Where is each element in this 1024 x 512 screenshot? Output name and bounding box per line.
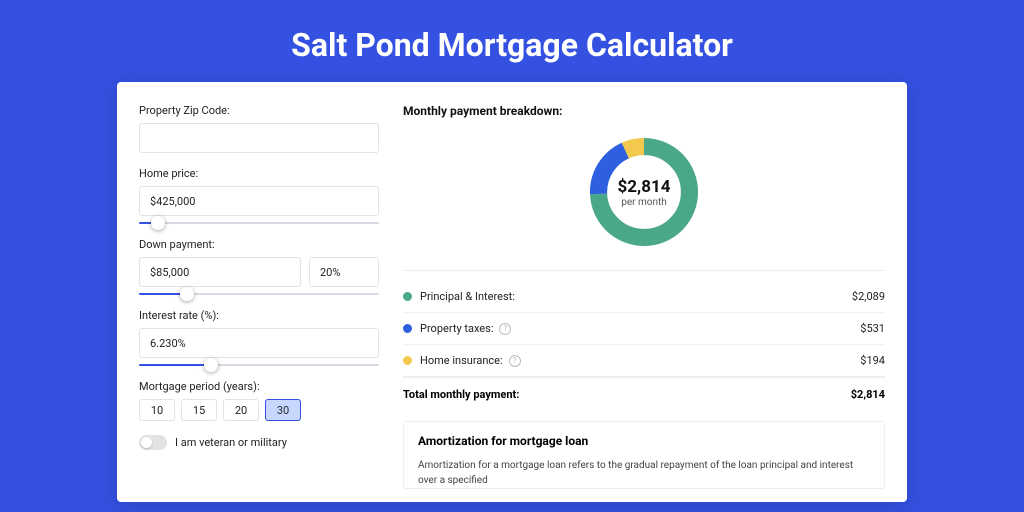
total-label: Total monthly payment: — [403, 388, 519, 401]
veteran-label: I am veteran or military — [175, 436, 287, 449]
total-value: $2,814 — [851, 388, 885, 401]
page-title: Salt Pond Mortgage Calculator — [0, 0, 1024, 82]
period-options: 10 15 20 30 — [139, 399, 379, 421]
legend-dot-icon — [403, 292, 412, 301]
veteran-row: I am veteran or military — [139, 435, 379, 450]
legend-value: $194 — [860, 354, 885, 367]
donut-center: $2,814 per month — [584, 132, 704, 252]
rate-slider-fill — [139, 364, 211, 366]
veteran-toggle[interactable] — [139, 435, 167, 450]
help-icon[interactable]: ? — [509, 355, 521, 367]
legend-row-2: Home insurance:? $194 — [403, 345, 885, 378]
legend-dot-icon — [403, 324, 412, 333]
rate-input[interactable] — [139, 328, 379, 358]
amortization-text: Amortization for a mortgage loan refers … — [418, 458, 870, 488]
donut-sub: per month — [621, 197, 667, 208]
down-slider-thumb[interactable] — [180, 287, 194, 301]
period-option-20[interactable]: 20 — [223, 399, 259, 421]
down-label: Down payment: — [139, 238, 379, 251]
rate-slider-thumb[interactable] — [204, 358, 218, 372]
breakdown-title: Monthly payment breakdown: — [403, 104, 885, 118]
price-field: Home price: — [139, 167, 379, 224]
period-field: Mortgage period (years): 10 15 20 30 — [139, 380, 379, 421]
down-pct-input[interactable] — [309, 257, 379, 287]
period-option-10[interactable]: 10 — [139, 399, 175, 421]
zip-field: Property Zip Code: — [139, 104, 379, 153]
legend-value: $2,089 — [852, 290, 885, 303]
down-amount-input[interactable] — [139, 257, 301, 287]
legend-label: Principal & Interest: — [420, 290, 515, 303]
breakdown-column: Monthly payment breakdown: $2,814 per mo… — [403, 104, 885, 502]
zip-input[interactable] — [139, 123, 379, 153]
amortization-card: Amortization for mortgage loan Amortizat… — [403, 421, 885, 489]
calculator-card: Property Zip Code: Home price: Down paym… — [117, 82, 907, 502]
veteran-toggle-knob — [141, 437, 152, 448]
zip-label: Property Zip Code: — [139, 104, 379, 117]
legend: Principal & Interest: $2,089 Property taxe… — [403, 281, 885, 378]
amortization-title: Amortization for mortgage loan — [418, 434, 870, 448]
price-label: Home price: — [139, 167, 379, 180]
legend-label: Home insurance: — [420, 354, 503, 367]
donut-amount: $2,814 — [618, 177, 671, 197]
legend-value: $531 — [860, 322, 885, 335]
help-icon[interactable]: ? — [499, 323, 511, 335]
period-option-15[interactable]: 15 — [181, 399, 217, 421]
period-label: Mortgage period (years): — [139, 380, 379, 393]
rate-label: Interest rate (%): — [139, 309, 379, 322]
rate-field: Interest rate (%): — [139, 309, 379, 366]
period-option-30[interactable]: 30 — [265, 399, 301, 421]
donut-chart: $2,814 per month — [584, 132, 704, 252]
legend-dot-icon — [403, 356, 412, 365]
legend-row-0: Principal & Interest: $2,089 — [403, 281, 885, 313]
down-slider[interactable] — [139, 293, 379, 295]
legend-label: Property taxes: — [420, 322, 493, 335]
price-input[interactable] — [139, 186, 379, 216]
price-slider[interactable] — [139, 222, 379, 224]
price-slider-thumb[interactable] — [151, 216, 165, 230]
rate-slider[interactable] — [139, 364, 379, 366]
total-row: Total monthly payment: $2,814 — [403, 378, 885, 415]
donut-wrap: $2,814 per month — [403, 128, 885, 270]
legend-row-1: Property taxes:? $531 — [403, 313, 885, 345]
divider — [403, 270, 885, 271]
down-field: Down payment: — [139, 238, 379, 295]
form-column: Property Zip Code: Home price: Down paym… — [139, 104, 379, 502]
